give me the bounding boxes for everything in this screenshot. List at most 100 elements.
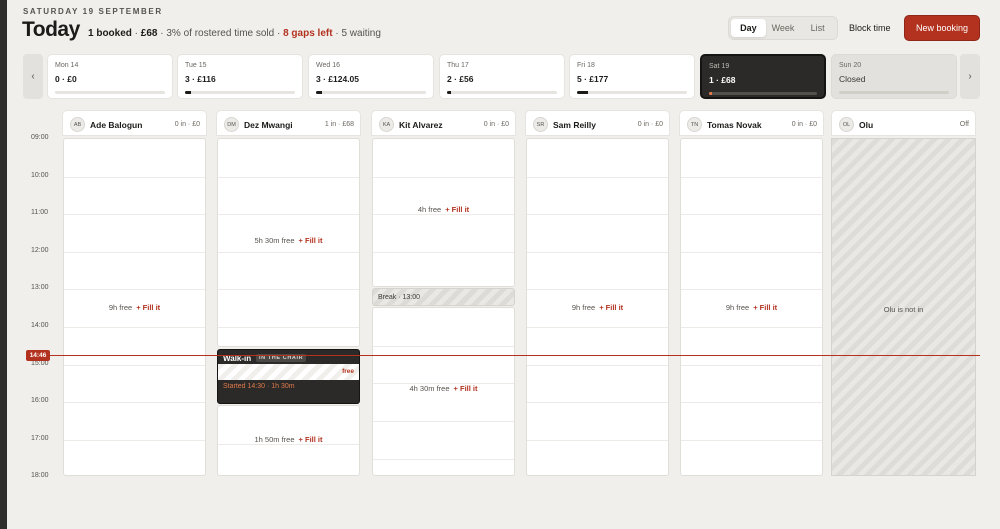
sold-percent: 3% of rostered time sold <box>166 28 275 39</box>
free-time-text: 9h free <box>108 303 133 312</box>
view-day-tab[interactable]: Day <box>731 19 766 37</box>
hour-divider <box>373 214 514 216</box>
day-card-value: 3 · £124.05 <box>316 74 360 84</box>
day-card-value: 3 · £116 <box>185 74 216 84</box>
next-week-button[interactable]: › <box>960 54 980 99</box>
fill-it-link[interactable]: + Fill it <box>753 303 777 312</box>
fill-it-link[interactable]: + Fill it <box>299 435 323 444</box>
day-card-6[interactable]: Sun 20 Closed <box>831 54 957 99</box>
hour-divider <box>218 289 359 291</box>
break-block[interactable]: Break · 13:00 <box>372 288 515 307</box>
staff-header[interactable]: SR Sam Reilly 0 in · £0 <box>525 110 670 136</box>
day-card-progress-fill <box>316 91 322 94</box>
free-slot[interactable]: 9h free + Fill it <box>63 138 206 477</box>
staff-off-label: Olu is not in <box>883 305 924 314</box>
hour-divider <box>218 214 359 216</box>
waiting-count[interactable]: 5 waiting <box>341 28 380 39</box>
free-slot[interactable]: 4h 30m free + Fill it <box>372 307 515 477</box>
avatar: DM <box>224 117 239 132</box>
hour-divider <box>218 327 359 328</box>
day-card-label: Thu 17 <box>447 62 469 69</box>
view-list-tab[interactable]: List <box>800 19 835 37</box>
hour-divider <box>64 439 205 441</box>
page-title: Today <box>22 18 80 41</box>
day-card-5[interactable]: Sat 19 1 · £68 <box>700 54 826 99</box>
free-slot[interactable]: 1h 50m free + Fill it <box>217 404 360 477</box>
day-card-label: Sun 20 <box>839 62 862 69</box>
fill-it-link[interactable]: + Fill it <box>445 205 469 214</box>
staff-header[interactable]: AB Ade Balogun 0 in · £0 <box>62 110 207 136</box>
free-slot[interactable]: 9h free + Fill it <box>680 138 823 477</box>
staff-bookings-count: 0 in · £0 <box>174 121 200 128</box>
day-card-progress-fill <box>447 91 452 94</box>
chevron-right-icon: › <box>968 71 972 82</box>
avatar: TN <box>687 117 702 132</box>
hour-divider <box>64 364 205 366</box>
staff-header[interactable]: OL Olu Off <box>831 110 976 136</box>
avatar: OL <box>839 117 854 132</box>
view-switcher: Day Week List <box>728 16 838 40</box>
day-card-value: 2 · £56 <box>447 74 474 84</box>
free-slot[interactable]: 5h 30m free + Fill it <box>217 138 360 347</box>
hour-divider <box>527 402 668 404</box>
staff-header[interactable]: TN Tomas Novak 0 in · £0 <box>679 110 824 136</box>
day-card-2[interactable]: Wed 16 3 · £124.05 <box>308 54 434 99</box>
avatar: SR <box>533 117 548 132</box>
view-week-tab[interactable]: Week <box>766 19 801 37</box>
hour-divider <box>64 327 205 328</box>
time-label: 18:00 <box>31 472 49 480</box>
fill-it-link[interactable]: + Fill it <box>599 303 623 312</box>
time-label: 12:00 <box>31 246 49 254</box>
booking-free-label: free <box>342 367 354 375</box>
booked-count: 1 booked <box>88 28 132 39</box>
staff-name: Kit Alvarez <box>399 120 443 130</box>
hour-divider <box>527 289 668 291</box>
staff-name: Tomas Novak <box>707 120 762 130</box>
day-card-4[interactable]: Fri 18 5 · £177 <box>569 54 695 99</box>
staff-bookings-count: 1 in · £68 <box>324 121 354 128</box>
day-card-label: Fri 18 <box>577 62 595 69</box>
revenue-total: £68 <box>140 28 158 39</box>
staff-bookings-count: 0 in · £0 <box>791 121 817 128</box>
free-time-label: 4h free + Fill it <box>373 205 514 214</box>
block-time-button[interactable]: Block time <box>849 23 891 33</box>
fill-it-link[interactable]: + Fill it <box>299 236 323 245</box>
hour-divider <box>218 176 359 178</box>
hour-divider <box>373 458 514 460</box>
day-card-progress <box>709 92 817 95</box>
staff-column-ka: KA Kit Alvarez 0 in · £0 4h free + Fill it Br… <box>371 110 516 477</box>
window-edge <box>0 0 7 529</box>
free-time-label: 9h free + Fill it <box>64 303 205 312</box>
booking-walk-in[interactable]: Walk-in IN THE CHAIR free Started 14:30 · 1… <box>217 348 360 404</box>
time-label: 16:00 <box>31 397 49 405</box>
hour-divider <box>527 251 668 253</box>
break-label: Break · 13:00 <box>378 294 421 302</box>
prev-week-button[interactable]: ‹ <box>23 54 43 99</box>
free-slot[interactable]: 4h free + Fill it <box>372 138 515 287</box>
time-label: 09:00 <box>31 134 49 141</box>
hour-divider <box>64 251 205 253</box>
day-summary: 1 booked · £68 · 3% of rostered time sol… <box>88 28 381 39</box>
day-card-1[interactable]: Tue 15 3 · £116 <box>177 54 303 99</box>
staff-schedule: 4h free + Fill it Break · 13:00 4h 30m free… <box>371 138 516 477</box>
new-booking-button[interactable]: New booking <box>904 15 980 41</box>
hour-divider <box>681 214 822 216</box>
staff-header[interactable]: DM Dez Mwangi 1 in · £68 <box>216 110 361 136</box>
gaps-left[interactable]: 8 gaps left <box>283 28 332 39</box>
hour-divider <box>527 364 668 366</box>
fill-it-link[interactable]: + Fill it <box>136 303 160 312</box>
hour-divider <box>681 251 822 253</box>
hour-divider <box>527 176 668 178</box>
day-card-0[interactable]: Mon 14 0 · £0 <box>47 54 173 99</box>
hour-divider <box>218 251 359 253</box>
day-card-progress <box>316 91 426 94</box>
hour-divider <box>64 289 205 291</box>
staff-column-sr: SR Sam Reilly 0 in · £0 9h free + Fill it <box>525 110 670 477</box>
hour-divider <box>527 439 668 441</box>
free-slot[interactable]: 9h free + Fill it <box>526 138 669 477</box>
free-time-label: 1h 50m free + Fill it <box>218 435 359 444</box>
hour-divider <box>681 176 822 178</box>
fill-it-link[interactable]: + Fill it <box>454 384 478 393</box>
staff-header[interactable]: KA Kit Alvarez 0 in · £0 <box>371 110 516 136</box>
day-card-3[interactable]: Thu 17 2 · £56 <box>439 54 565 99</box>
